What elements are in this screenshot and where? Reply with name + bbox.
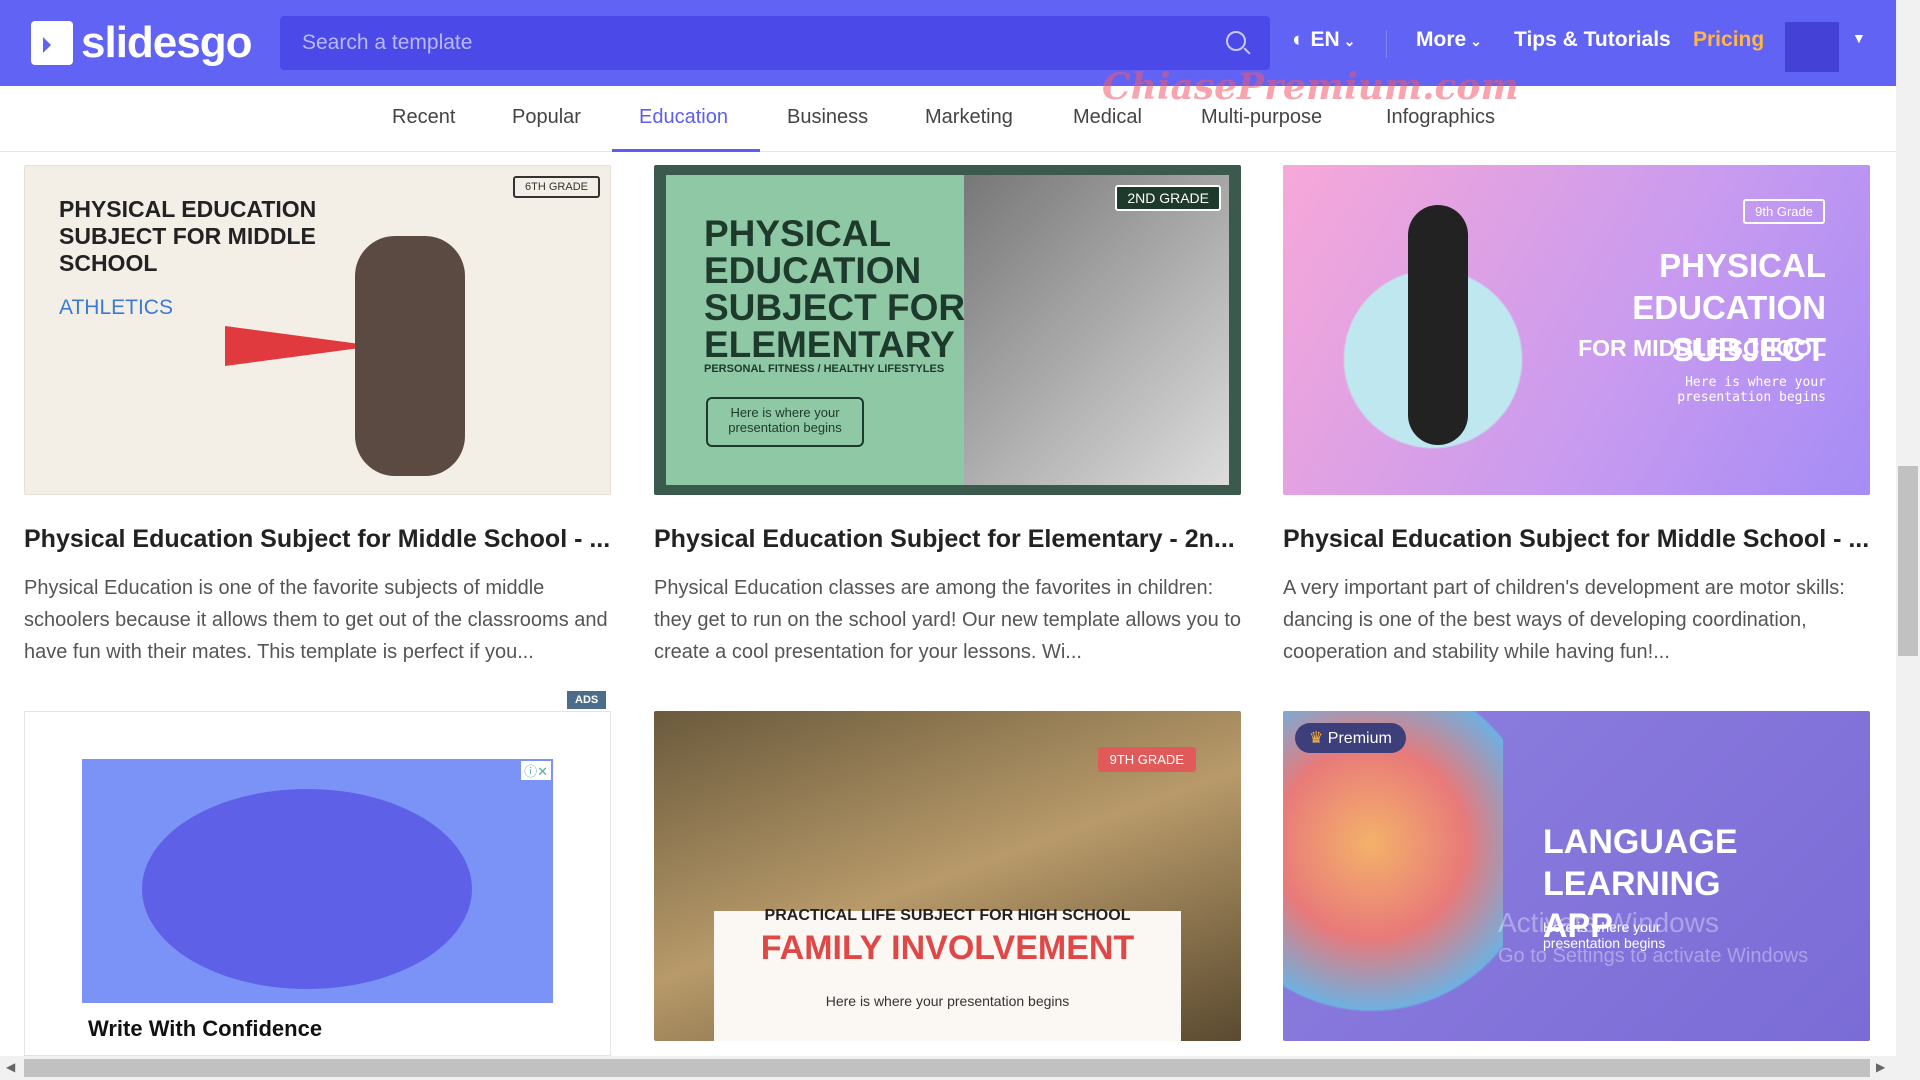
thumb-tagline: Here is where your presentation begins (825, 993, 1070, 1009)
thumb-title: FAMILY INVOLVEMENT (760, 929, 1135, 967)
tab-business[interactable]: Business (787, 106, 868, 129)
thumb-subtitle: FOR MIDDLE SCHOOL (1578, 335, 1826, 361)
tab-infographics[interactable]: Infographics (1386, 106, 1495, 129)
active-tab-indicator (612, 149, 760, 152)
grade-badge: 9TH GRADE (1097, 747, 1196, 772)
scroll-right-icon[interactable]: ▶ (1876, 1060, 1885, 1074)
thumb-title: PHYSICAL EDUCATION SUBJECT FOR ELEMENTAR… (704, 213, 966, 365)
language-label: EN (1310, 28, 1340, 51)
more-label: More (1416, 28, 1467, 51)
search-icon[interactable] (1226, 31, 1246, 51)
avatar[interactable] (1785, 22, 1839, 72)
category-tabs: Recent Popular Education Business Market… (0, 86, 1896, 152)
premium-badge: ♛ Premium (1295, 723, 1406, 753)
dancer-figure (1408, 205, 1468, 445)
thumb-tagline: Here is where your presentation begins (1677, 375, 1826, 405)
ad-headline[interactable]: Write With Confidence (88, 1016, 322, 1042)
search-placeholder: Search a template (302, 31, 473, 54)
tab-recent[interactable]: Recent (392, 106, 455, 129)
slidesgo-logo[interactable]: slidesgo (31, 18, 252, 68)
thumb-subtitle: PRACTICAL LIFE SUBJECT FOR HIGH SCHOOL (764, 907, 1131, 924)
thumb-subtitle: ATHLETICS (59, 296, 173, 319)
windows-activation-subtext: Go to Settings to activate Windows (1498, 945, 1809, 967)
crown-icon: ♛ (1309, 730, 1328, 747)
globe-icon: ◐ (1292, 28, 1311, 51)
athlete-figure (355, 236, 465, 476)
logo-icon (31, 21, 73, 65)
tab-education[interactable]: Education (639, 106, 728, 129)
template-thumbnail[interactable]: PHYSICAL EDUCATION SUBJECT FOR ELEMENTAR… (654, 165, 1241, 495)
template-thumbnail[interactable]: ♛ Premium LANGUAGE LEARNING APP Here is … (1283, 711, 1870, 1041)
language-selector[interactable]: ◐ EN ⌄ (1292, 28, 1355, 52)
more-menu[interactable]: More ⌄ (1416, 28, 1482, 52)
horizontal-scrollbar-thumb[interactable] (24, 1059, 1870, 1077)
chevron-down-icon: ⌄ (1339, 33, 1356, 49)
thumb-subtitle: PERSONAL FITNESS / HEALTHY LIFESTYLES (704, 363, 945, 375)
account-dropdown-icon[interactable]: ▼ (1852, 30, 1866, 46)
grade-badge: 2ND GRADE (1115, 185, 1221, 211)
tab-popular[interactable]: Popular (512, 106, 581, 129)
template-title[interactable]: Physical Education Subject for Middle Sc… (1283, 525, 1869, 554)
thumb-button: Here is where your presentation begins (706, 397, 864, 447)
pricing-link[interactable]: Pricing (1693, 28, 1764, 52)
template-thumbnail[interactable]: PHYSICAL EDUCATION SUBJECT FOR MIDDLE SC… (1283, 165, 1870, 495)
grade-badge: 9th Grade (1743, 199, 1825, 224)
template-thumbnail[interactable]: PRACTICAL LIFE SUBJECT FOR HIGH SCHOOL F… (654, 711, 1241, 1041)
template-description: A very important part of children's deve… (1283, 577, 1845, 663)
ad-image[interactable]: ⓘ✕ (82, 759, 553, 1003)
search-input[interactable]: Search a template (280, 16, 1270, 70)
decor-shape (225, 326, 375, 366)
windows-activation-overlay: Activate Windows (1498, 907, 1719, 938)
brand-name: slidesgo (81, 18, 252, 67)
nav-divider (1386, 30, 1387, 58)
tips-tutorials-link[interactable]: Tips & Tutorials (1514, 28, 1671, 52)
template-title[interactable]: Physical Education Subject for Elementar… (654, 525, 1235, 554)
template-thumbnail[interactable]: PHYSICAL EDUCATION SUBJECT FOR MIDDLE SC… (24, 165, 611, 495)
top-header: slidesgo Search a template ◐ EN ⌄ More ⌄… (0, 0, 1896, 86)
ad-illustration (142, 789, 472, 989)
people-illustration (1283, 711, 1503, 1041)
template-description: Physical Education is one of the favorit… (24, 577, 608, 663)
thumb-title: PHYSICAL EDUCATION SUBJECT FOR MIDDLE SC… (59, 196, 317, 276)
ads-label: ADS (567, 691, 607, 709)
tab-marketing[interactable]: Marketing (925, 106, 1013, 129)
ad-close-icon[interactable]: ⓘ✕ (521, 761, 551, 780)
watermark: ChiasePremium.com (1102, 66, 1519, 108)
vertical-scrollbar-thumb[interactable] (1898, 466, 1918, 656)
scroll-left-icon[interactable]: ◀ (6, 1060, 15, 1074)
premium-label: Premium (1327, 730, 1392, 747)
template-title[interactable]: Physical Education Subject for Middle Sc… (24, 525, 610, 554)
tab-multi-purpose[interactable]: Multi-purpose (1201, 106, 1322, 129)
grade-badge: 6TH GRADE (513, 176, 600, 198)
tab-medical[interactable]: Medical (1073, 106, 1142, 129)
chevron-down-icon: ⌄ (1466, 33, 1482, 49)
template-description: Physical Education classes are among the… (654, 577, 1241, 663)
